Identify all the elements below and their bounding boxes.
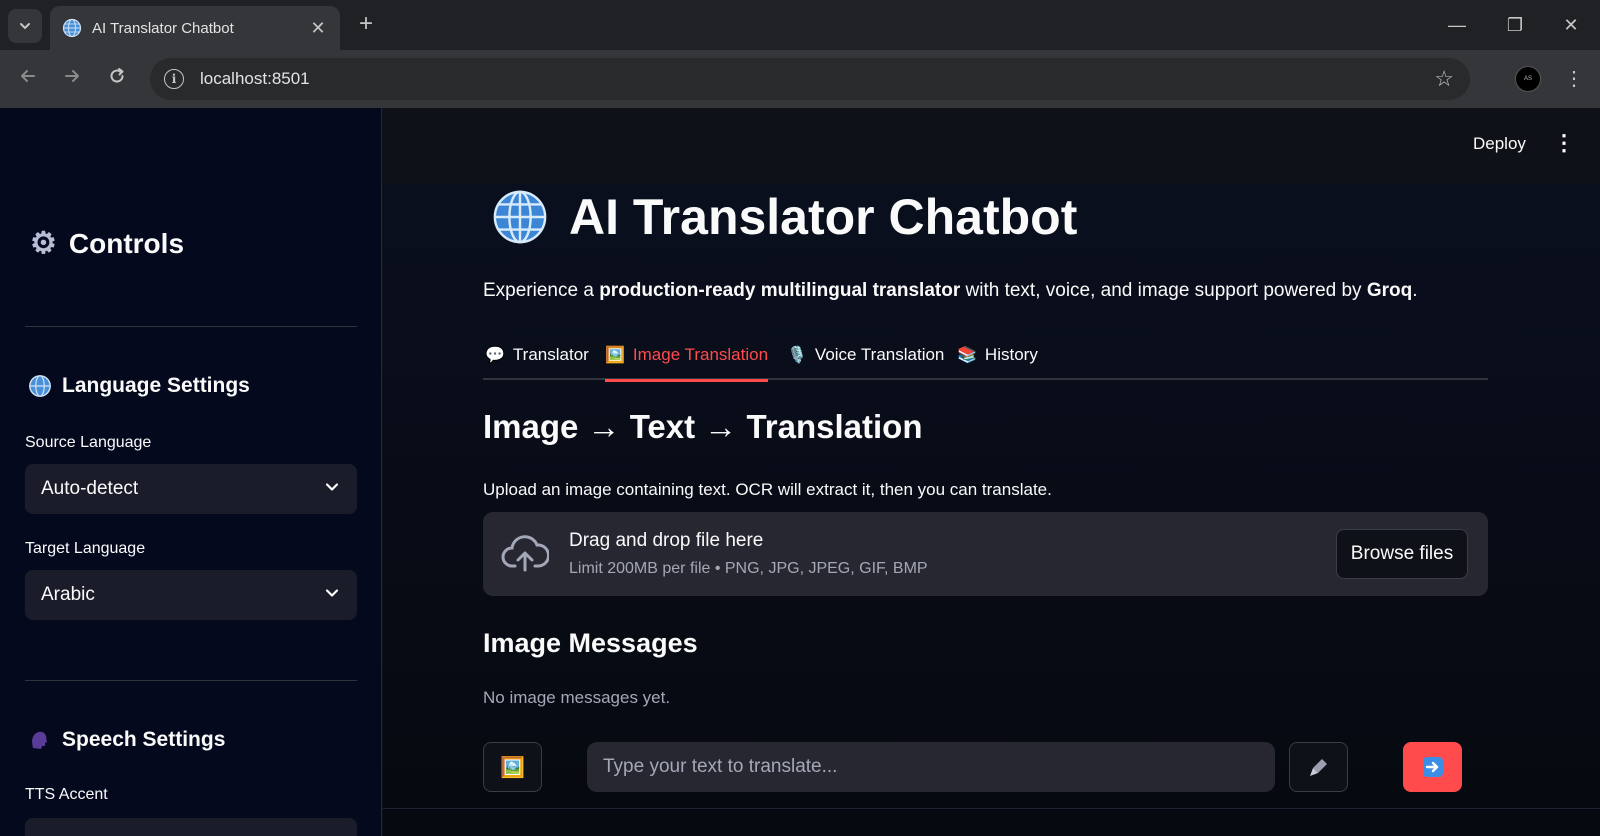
- browser-toolbar: i localhost:8501 ☆: [0, 50, 1600, 108]
- framed-picture-icon: 🖼️: [500, 756, 525, 779]
- cloud-upload-icon: [501, 535, 549, 572]
- target-language-value: Arabic: [41, 584, 95, 605]
- window-close-button[interactable]: ✕: [1558, 12, 1584, 38]
- app-header: Deploy ⋮: [383, 108, 1600, 184]
- subtitle-brand: Groq: [1366, 280, 1413, 301]
- microphone-button[interactable]: [1289, 742, 1348, 792]
- url-text[interactable]: localhost:8501: [200, 69, 310, 89]
- deploy-button[interactable]: Deploy: [1473, 134, 1526, 154]
- chevron-down-icon: [325, 483, 339, 491]
- sidebar-title-text: Controls: [68, 227, 185, 259]
- language-settings-heading: Language Settings: [28, 374, 250, 398]
- tab-label: Voice Translation: [814, 345, 945, 364]
- speech-bubble-icon: 💬: [485, 347, 505, 364]
- framed-picture-icon: 🖼️: [605, 347, 625, 364]
- target-language-label: Target Language: [25, 540, 146, 557]
- source-language-value: Auto-detect: [41, 478, 139, 499]
- source-language-select[interactable]: Auto-detect: [25, 464, 357, 514]
- sidebar: ⚙ Controls Language Settings Source Lang…: [0, 108, 382, 836]
- section-description: Upload an image containing text. OCR wil…: [483, 480, 1052, 499]
- chat-input-bar: 🖼️: [383, 736, 1600, 836]
- globe-icon: [29, 375, 51, 397]
- send-button[interactable]: [1403, 742, 1462, 792]
- subtitle-end: .: [1412, 280, 1418, 301]
- window-minimize-button[interactable]: —: [1444, 12, 1470, 38]
- dropzone-limit: Limit 200MB per file • PNG, JPG, JPEG, G…: [569, 560, 928, 577]
- subtitle-mid: with text, voice, and image support powe…: [960, 280, 1367, 301]
- chevron-down-icon: [325, 589, 339, 597]
- new-tab-button[interactable]: +: [352, 11, 380, 39]
- profile-avatar[interactable]: AS: [1515, 66, 1541, 92]
- address-bar[interactable]: i localhost:8501 ☆: [150, 58, 1470, 100]
- tab-history[interactable]: 📚 History: [957, 330, 1038, 380]
- app-menu-icon[interactable]: ⋮: [1553, 130, 1575, 156]
- globe-favicon-icon: [62, 18, 82, 38]
- chevron-down-icon: [20, 23, 30, 30]
- sidebar-divider: [25, 326, 357, 327]
- section-title: Image → Text → Translation: [483, 408, 923, 445]
- mic-icon: [1309, 759, 1327, 776]
- globe-icon: [493, 190, 547, 244]
- tab-close-icon[interactable]: ✕: [308, 18, 328, 39]
- language-settings-text: Language Settings: [62, 374, 250, 397]
- source-language-label: Source Language: [25, 434, 152, 451]
- browser-tabstrip: AI Translator Chatbot ✕ + — ❐ ✕: [0, 0, 1600, 50]
- image-upload-button[interactable]: 🖼️: [483, 742, 542, 792]
- page-title-text: AI Translator Chatbot: [569, 189, 1078, 245]
- bookmark-star-icon[interactable]: ☆: [1434, 66, 1454, 92]
- sidebar-divider: [25, 680, 357, 681]
- tts-accent-label: TTS Accent: [25, 786, 108, 803]
- main-area: Deploy ⋮ AI Translator Chatbot Experienc…: [383, 108, 1600, 836]
- chat-text-input[interactable]: [587, 742, 1275, 792]
- subtitle-pre: Experience a: [483, 280, 600, 301]
- main-tabs: 💬 Translator 🖼️ Image Translation 🎙️ Voi…: [483, 330, 1488, 382]
- browser-menu-icon[interactable]: ⋮: [1564, 64, 1584, 94]
- speech-settings-heading: Speech Settings: [28, 728, 225, 752]
- tab-label: History: [984, 345, 1038, 364]
- browse-files-button[interactable]: Browse files: [1336, 529, 1468, 579]
- messages-title: Image Messages: [483, 628, 698, 658]
- dropzone-title: Drag and drop file here: [569, 530, 764, 551]
- tts-accent-select[interactable]: [25, 818, 357, 836]
- sidebar-title: ⚙ Controls: [30, 226, 184, 261]
- gear-icon: ⚙: [30, 227, 57, 260]
- books-icon: 📚: [957, 347, 977, 364]
- reload-icon[interactable]: [102, 64, 132, 94]
- back-arrow-icon[interactable]: [13, 64, 43, 94]
- window-restore-button[interactable]: ❐: [1502, 12, 1528, 38]
- page-subtitle: Experience a production-ready multilingu…: [483, 280, 1418, 302]
- tab-title: AI Translator Chatbot: [92, 19, 234, 37]
- target-language-select[interactable]: Arabic: [25, 570, 357, 620]
- speaking-head-icon: [32, 731, 47, 749]
- subtitle-bold: production-ready multilingual translator: [599, 280, 961, 301]
- browser-tab-active[interactable]: AI Translator Chatbot ✕: [50, 6, 340, 50]
- tab-voice-translation[interactable]: 🎙️ Voice Translation: [787, 330, 944, 380]
- page-title: AI Translator Chatbot: [491, 188, 1077, 246]
- tab-label: Image Translation: [632, 345, 769, 364]
- tab-search-button[interactable]: [8, 9, 42, 43]
- microphone-icon: 🎙️: [787, 347, 807, 364]
- site-info-icon[interactable]: i: [164, 69, 184, 89]
- forward-arrow-icon[interactable]: [57, 64, 87, 94]
- arrow-right-icon: [1422, 757, 1443, 777]
- tab-image-translation[interactable]: 🖼️ Image Translation: [605, 330, 769, 382]
- file-dropzone[interactable]: Drag and drop file here Limit 200MB per …: [483, 512, 1488, 596]
- speech-settings-text: Speech Settings: [62, 728, 226, 751]
- footer-divider: [383, 808, 1600, 809]
- tab-translator[interactable]: 💬 Translator: [485, 330, 589, 380]
- messages-empty-text: No image messages yet.: [483, 688, 671, 707]
- tab-label: Translator: [512, 345, 589, 364]
